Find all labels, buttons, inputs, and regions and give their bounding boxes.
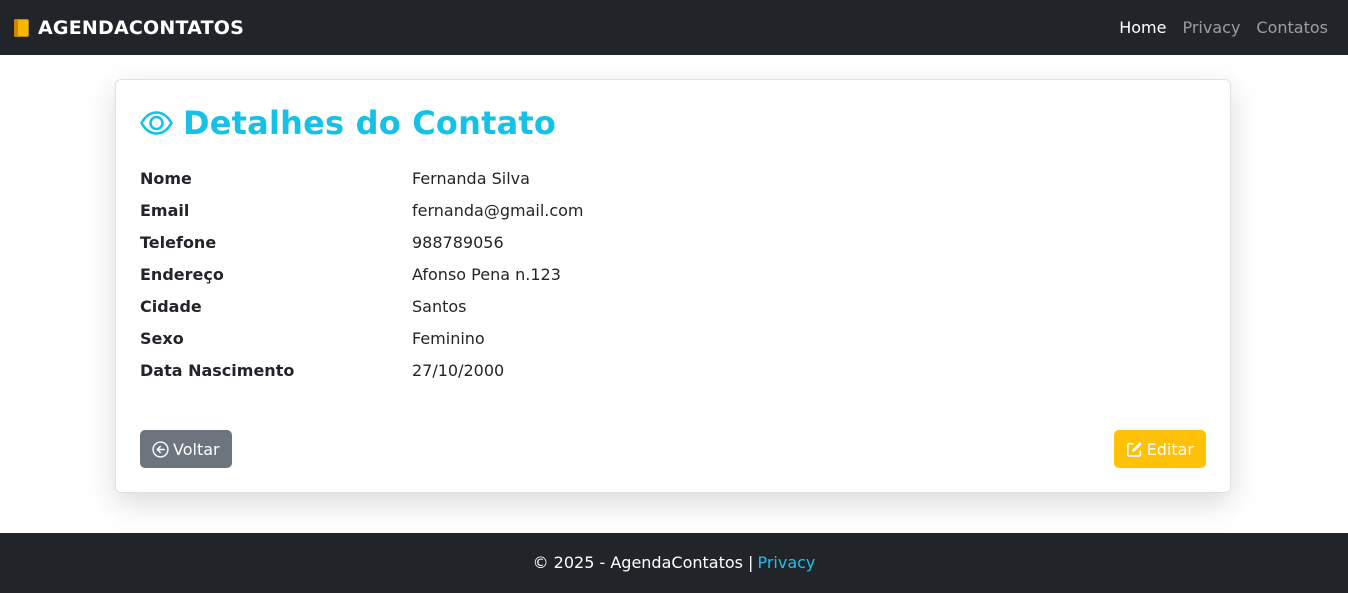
detail-value: Afonso Pena n.123 — [412, 264, 561, 284]
detail-row-endereco: Endereço Afonso Pena n.123 — [140, 258, 1206, 290]
detail-value: fernanda@gmail.com — [412, 200, 584, 220]
page-title: Detalhes do Contato — [183, 104, 557, 142]
detail-row-sexo: Sexo Feminino — [140, 322, 1206, 354]
eye-icon — [140, 111, 173, 135]
detail-value: 988789056 — [412, 232, 504, 252]
nav-link-home[interactable]: Home — [1119, 18, 1166, 37]
detail-label: Email — [140, 200, 190, 220]
detail-row-data-nascimento: Data Nascimento 27/10/2000 — [140, 354, 1206, 386]
detail-value: Feminino — [412, 328, 485, 348]
footer-text: © 2025 - AgendaContatos | — [532, 552, 754, 572]
detail-label: Endereço — [140, 264, 224, 284]
back-button-label: Voltar — [173, 439, 220, 459]
contact-details-card: Detalhes do Contato Nome Fernanda Silva … — [115, 79, 1231, 493]
nav-links: Home Privacy Contatos — [1119, 18, 1328, 37]
nav-link-privacy[interactable]: Privacy — [1182, 18, 1240, 37]
detail-label: Sexo — [140, 328, 184, 348]
detail-row-nome: Nome Fernanda Silva — [140, 162, 1206, 194]
detail-row-cidade: Cidade Santos — [140, 290, 1206, 322]
arrow-left-circle-icon — [152, 440, 169, 458]
brand-text: AGENDACONTATOS — [38, 16, 244, 39]
detail-label: Nome — [140, 168, 192, 188]
brand-link[interactable]: AGENDACONTATOS — [12, 17, 244, 39]
detail-value: Santos — [412, 296, 467, 316]
details-list: Nome Fernanda Silva Email fernanda@gmail… — [140, 162, 1206, 386]
detail-label: Data Nascimento — [140, 360, 295, 380]
pencil-square-icon — [1126, 441, 1142, 457]
detail-label: Telefone — [140, 232, 217, 252]
nav-link-contatos[interactable]: Contatos — [1256, 18, 1328, 37]
detail-row-telefone: Telefone 988789056 — [140, 226, 1206, 258]
edit-button-label: Editar — [1146, 439, 1194, 459]
card-header: Detalhes do Contato — [140, 104, 1206, 142]
detail-value: Fernanda Silva — [412, 168, 530, 188]
navbar: AGENDACONTATOS Home Privacy Contatos — [0, 0, 1348, 55]
detail-label: Cidade — [140, 296, 202, 316]
footer-privacy-link[interactable]: Privacy — [757, 553, 815, 572]
footer: © 2025 - AgendaContatos | Privacy — [0, 533, 1348, 593]
back-button[interactable]: Voltar — [140, 430, 232, 468]
notebook-icon — [12, 18, 30, 38]
detail-value: 27/10/2000 — [412, 360, 505, 380]
edit-button[interactable]: Editar — [1113, 430, 1206, 468]
detail-row-email: Email fernanda@gmail.com — [140, 194, 1206, 226]
